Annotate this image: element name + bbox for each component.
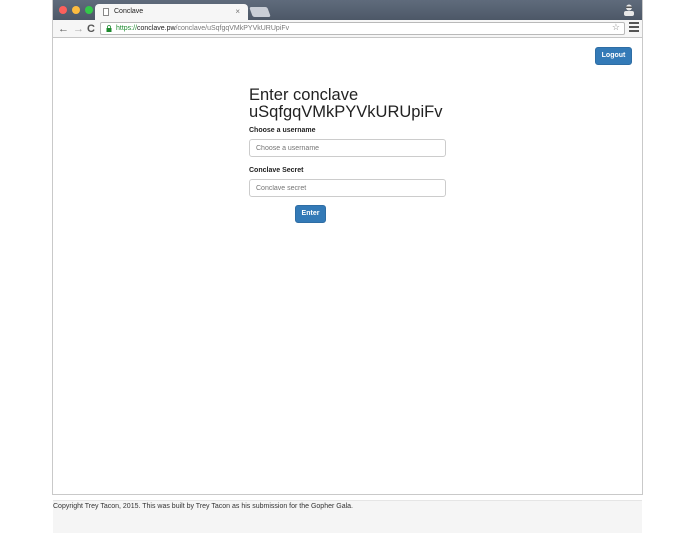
- username-label: Choose a username: [249, 127, 316, 134]
- new-tab-button[interactable]: [249, 7, 271, 17]
- back-arrow-icon[interactable]: ←: [58, 21, 69, 37]
- username-input[interactable]: [249, 139, 446, 157]
- secret-input[interactable]: [249, 179, 446, 197]
- profile-icon[interactable]: [622, 3, 636, 17]
- url-path: /conclave/uSqfgqVMkPYVkURUpiFv: [175, 25, 290, 32]
- secret-label: Conclave Secret: [249, 167, 304, 174]
- logout-button[interactable]: Logout: [595, 47, 632, 65]
- menu-icon[interactable]: [629, 22, 639, 32]
- browser-tab[interactable]: Conclave ×: [95, 4, 248, 20]
- page-content: Logout Enter conclave uSqfgqVMkPYVkURUpi…: [53, 39, 642, 533]
- minimize-window-button[interactable]: [72, 6, 80, 14]
- page-title: Enter conclave uSqfgqVMkPYVkURUpiFv: [249, 87, 449, 121]
- url-scheme: https://: [116, 25, 138, 32]
- zoom-window-button[interactable]: [85, 6, 93, 14]
- enter-conclave-form: Enter conclave uSqfgqVMkPYVkURUpiFv Choo…: [249, 87, 449, 223]
- url-text: https://conclave.pw/conclave/uSqfgqVMkPY…: [116, 23, 289, 34]
- reload-icon[interactable]: C: [87, 21, 95, 37]
- browser-toolbar: ← → C https://conclave.pw/conclave/uSqfg…: [53, 20, 642, 38]
- tab-title: Conclave: [114, 8, 144, 15]
- lock-icon: [106, 25, 112, 32]
- page-title-line1: Enter conclave: [249, 86, 359, 104]
- browser-window: Conclave × ← → C https://conclave.pw/con…: [53, 0, 642, 533]
- url-host: conclave.pw: [137, 25, 176, 32]
- title-bar: Conclave ×: [53, 0, 642, 20]
- address-bar[interactable]: https://conclave.pw/conclave/uSqfgqVMkPY…: [100, 22, 625, 35]
- window-controls: [59, 6, 93, 14]
- page-icon: [103, 8, 109, 16]
- page-title-line2: uSqfgqVMkPYVkURUpiFv: [249, 103, 443, 121]
- footer: Copyright Trey Tacon, 2015. This was bui…: [53, 500, 642, 533]
- close-window-button[interactable]: [59, 6, 67, 14]
- footer-text: Copyright Trey Tacon, 2015. This was bui…: [53, 503, 353, 510]
- forward-arrow-icon[interactable]: →: [73, 21, 84, 37]
- tab-close-icon[interactable]: ×: [235, 7, 240, 16]
- enter-button[interactable]: Enter: [295, 205, 326, 223]
- star-icon[interactable]: ☆: [612, 22, 620, 33]
